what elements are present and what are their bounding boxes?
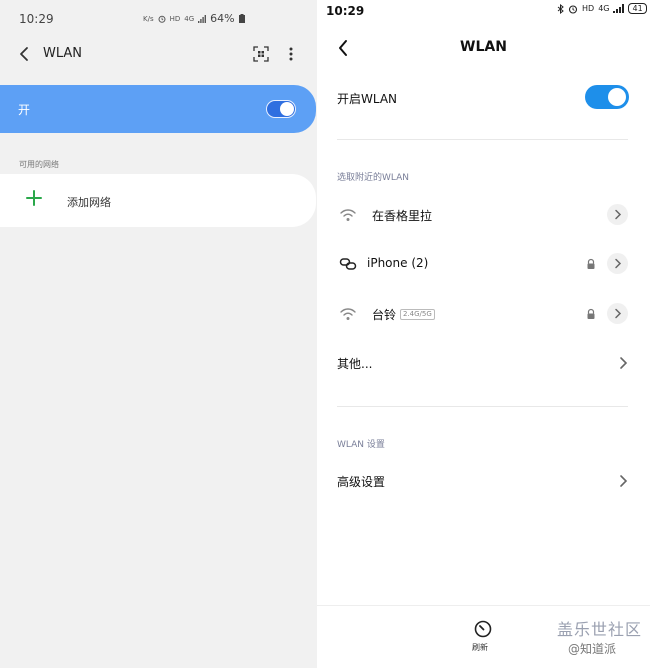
wlan-toggle-label: 开 (18, 103, 31, 117)
wifi-icon (340, 308, 356, 320)
wlan-toggle-label: 开启WLAN (337, 92, 398, 106)
left-phone-screen: 10:29 K/s HD 4G 64% WLAN 开 可用的网络 添加网络 (0, 0, 317, 668)
divider (337, 139, 628, 140)
alarm-icon (568, 4, 578, 14)
hotspot-link-icon (339, 258, 357, 270)
net-type-label: 4G (184, 14, 195, 23)
advanced-settings-label: 高级设置 (337, 475, 386, 489)
status-bar: 10:29 K/s HD 4G 64% (0, 0, 317, 38)
network-row[interactable]: 台铃 2.4G/5G (317, 294, 650, 334)
other-networks-item[interactable]: 其他... (317, 349, 650, 379)
refresh-label[interactable]: 刷新 (472, 642, 488, 653)
hd-label: HD (169, 14, 181, 23)
lock-icon (587, 258, 595, 269)
available-networks-heading: 可用的网络 (19, 160, 59, 169)
network-name: 台铃 (372, 308, 397, 322)
chevron-right-icon (620, 357, 628, 369)
more-options-icon[interactable] (282, 44, 300, 64)
back-arrow-icon[interactable] (16, 44, 34, 64)
page-title: WLAN (460, 39, 507, 55)
add-network-label: 添加网络 (67, 196, 111, 209)
divider (337, 406, 628, 407)
network-name: iPhone (2) (367, 256, 429, 270)
refresh-icon[interactable] (473, 619, 493, 639)
app-bar: WLAN (0, 38, 317, 70)
net-type-label: 4G (598, 4, 610, 13)
qr-scan-icon[interactable] (252, 45, 270, 63)
network-details-button[interactable] (607, 253, 628, 274)
net-speed-label: K/s (143, 14, 154, 23)
switch-knob (280, 102, 294, 116)
switch-knob (608, 88, 626, 106)
chevron-right-icon (615, 308, 622, 319)
wlan-settings-heading: WLAN 设置 (337, 440, 385, 450)
advanced-settings-item[interactable]: 高级设置 (317, 467, 650, 497)
watermark-credit: @知道派 (568, 642, 617, 656)
battery-indicator: 41 (628, 3, 647, 14)
battery-icon (238, 14, 245, 23)
band-tag: 2.4G/5G (400, 309, 435, 320)
wifi-icon (340, 209, 356, 221)
lock-icon (587, 308, 595, 319)
battery-percent: 64% (210, 12, 235, 25)
wlan-switch[interactable] (266, 100, 296, 118)
hd-label: HD (582, 4, 595, 13)
network-details-button[interactable] (607, 303, 628, 324)
network-row[interactable]: 在香格里拉 (317, 195, 650, 235)
network-row[interactable]: iPhone (2) (317, 244, 650, 284)
network-name: 在香格里拉 (372, 209, 433, 223)
nearby-networks-heading: 选取附近的WLAN (337, 173, 410, 183)
right-phone-screen: 10:29 HD 4G 41 WLAN 开启WLAN 选取附近的WLAN 在香格… (317, 0, 650, 668)
bluetooth-icon (557, 3, 564, 14)
other-networks-label: 其他... (337, 357, 373, 371)
plus-icon (26, 190, 42, 206)
status-icons: HD 4G 41 (557, 3, 647, 14)
status-time: 10:29 (326, 4, 365, 18)
watermark-text: 盖乐世社区 (557, 620, 643, 639)
chevron-right-icon (615, 209, 622, 220)
status-time: 10:29 (19, 12, 54, 26)
chevron-right-icon (620, 475, 628, 487)
status-icons: K/s HD 4G 64% (143, 12, 245, 25)
network-details-button[interactable] (607, 204, 628, 225)
wlan-toggle-card[interactable]: 开 (0, 85, 316, 133)
bottom-bar-divider (317, 605, 650, 606)
alarm-icon (158, 15, 166, 23)
page-title: WLAN (43, 46, 83, 61)
wlan-switch[interactable] (585, 85, 629, 109)
add-network-button[interactable]: 添加网络 (0, 174, 316, 227)
comparison-screenshot: 10:29 K/s HD 4G 64% WLAN 开 可用的网络 添加网络 10… (0, 0, 650, 668)
signal-icon (613, 4, 625, 13)
chevron-right-icon (615, 258, 622, 269)
signal-icon (198, 14, 207, 23)
